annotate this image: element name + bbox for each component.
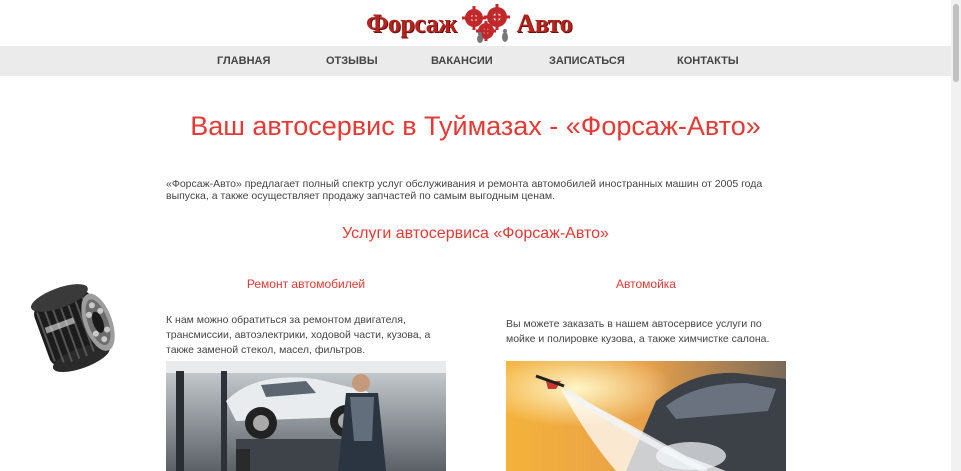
service-title-wash: Автомойка (616, 277, 676, 291)
gears-icon (461, 4, 510, 43)
nav-item-signup[interactable]: ЗАПИСАТЬСЯ (549, 46, 625, 76)
logo-text-left: Форсаж (366, 9, 457, 38)
services-title: Услуги автосервиса «Форсаж-Авто» (342, 225, 609, 242)
page: Форсаж Авто ГЛАВНАЯ ОТЗЫВЫ ВАКАНСИИ ЗАПИ… (0, 0, 951, 471)
oil-filter-image (31, 284, 115, 373)
car-repair-photo (166, 361, 446, 471)
intro-text: «Форсаж-Авто» предлагает полный спектр у… (166, 178, 763, 202)
service-text-repair: К нам можно обратиться за ремонтом двига… (166, 314, 431, 356)
nav-item-home[interactable]: ГЛАВНАЯ (217, 46, 270, 76)
nav-item-reviews[interactable]: ОТЗЫВЫ (326, 46, 378, 76)
main-nav: ГЛАВНАЯ ОТЗЫВЫ ВАКАНСИИ ЗАПИСАТЬСЯ КОНТА… (0, 46, 951, 76)
nav-item-vacancies[interactable]: ВАКАНСИИ (431, 46, 493, 76)
service-title-repair: Ремонт автомобилей (246, 277, 366, 291)
scrollbar-thumb[interactable] (953, 4, 959, 82)
vertical-scrollbar[interactable] (951, 0, 961, 471)
page-title: Ваш автосервис в Туймазах - «Форсаж-Авто… (190, 111, 761, 141)
logo-text-right: Авто (516, 9, 573, 38)
site-logo[interactable]: Форсаж Авто (366, 4, 588, 44)
service-text-wash: Вы можете заказать в нашем автосервисе у… (506, 318, 770, 345)
nav-item-contacts[interactable]: КОНТАКТЫ (677, 46, 739, 76)
car-wash-photo (506, 361, 786, 471)
